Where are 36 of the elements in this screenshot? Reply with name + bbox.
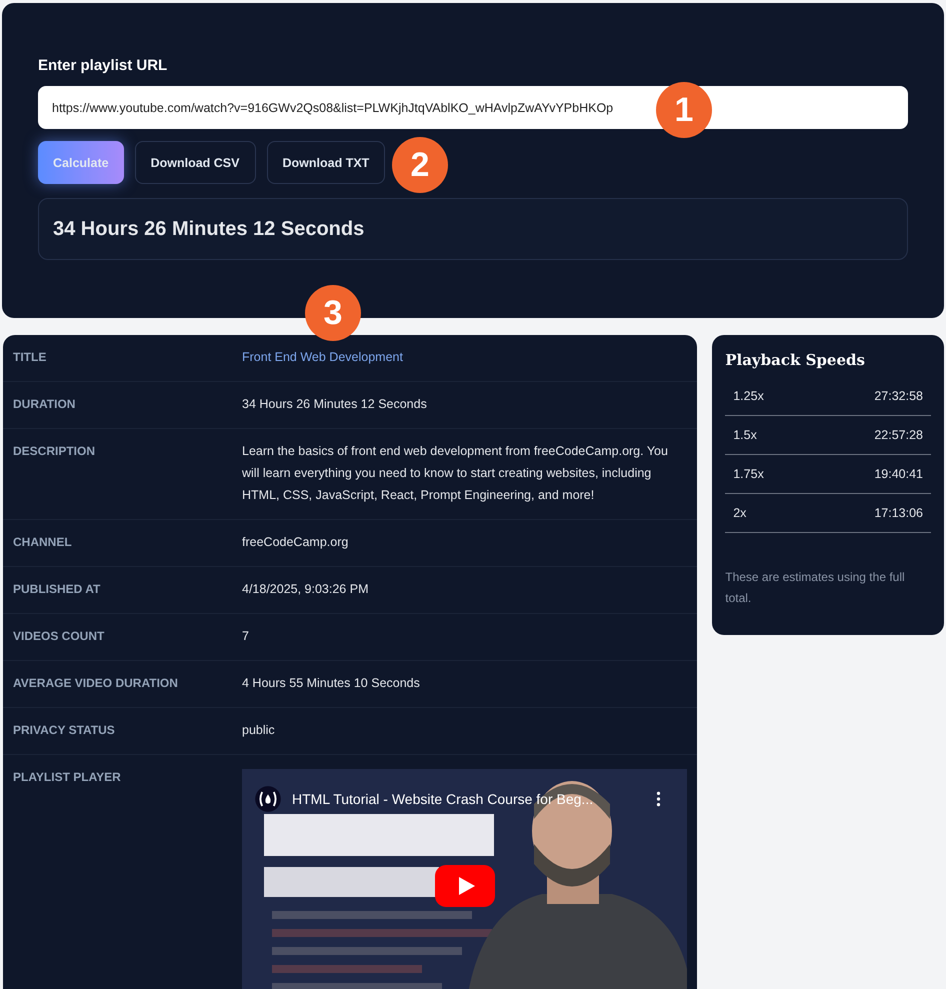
download-button[interactable]: Download TXT <box>266 141 386 184</box>
row-value: Learn the basics of front end web development from freeCodeCamp.org. You will learn everything you need to know to start creating websites, including HTML, CSS, JavaScript, React, Prompt Engineering, and more! <box>242 443 669 504</box>
row-label: VIDEOS COUNT <box>13 628 106 645</box>
row-label: PRIVACY STATUS <box>13 722 116 739</box>
row-label: TITLE <box>13 349 48 366</box>
more-icon[interactable] <box>656 791 661 807</box>
speed-duration: 19:40:41 <box>874 467 923 481</box>
speed-label: 2x <box>733 506 746 520</box>
video-player[interactable]: HTML Tutorial - Website Crash Course for Beg... <box>242 769 687 989</box>
row-label: AVERAGE VIDEO DURATION <box>13 675 179 692</box>
play-icon[interactable] <box>435 865 495 907</box>
row-label: PUBLISHED AT <box>13 581 102 598</box>
speed-duration: 22:57:28 <box>874 428 923 442</box>
row-label: DURATION <box>13 396 76 413</box>
speeds-title: Playback Speeds <box>725 351 866 369</box>
row-value: 4 Hours 55 Minutes 10 Seconds <box>242 675 420 692</box>
channel-icon[interactable] <box>254 785 282 813</box>
row-value: 4/18/2025, 9:03:26 PM <box>242 581 368 598</box>
row-value: public <box>242 722 275 739</box>
video-title[interactable]: HTML Tutorial - Website Crash Course for Beg... <box>292 791 646 807</box>
row-label: PLAYLIST PLAYER <box>13 769 122 786</box>
row-value: freeCodeCamp.org <box>242 534 348 551</box>
speed-label: 1.25x <box>733 389 764 403</box>
speed-duration: 27:32:58 <box>874 389 923 403</box>
download-button[interactable]: Download CSV <box>134 141 256 184</box>
title-link[interactable]: Front End Web Development <box>242 346 403 368</box>
speed-label: 1.5x <box>733 428 757 442</box>
row-value: 7 <box>242 628 249 645</box>
row-value: 34 Hours 26 Minutes 12 Seconds <box>242 396 427 413</box>
speed-label: 1.75x <box>733 467 764 481</box>
estimate-note: These are estimates using the full total. <box>725 569 906 607</box>
field-label: Enter playlist URL <box>38 57 168 74</box>
total-duration: 34 Hours 26 Minutes 12 Seconds <box>53 218 364 240</box>
row-label: CHANNEL <box>13 534 73 551</box>
row-label: DESCRIPTION <box>13 443 96 460</box>
speed-duration: 17:13:06 <box>874 506 923 520</box>
